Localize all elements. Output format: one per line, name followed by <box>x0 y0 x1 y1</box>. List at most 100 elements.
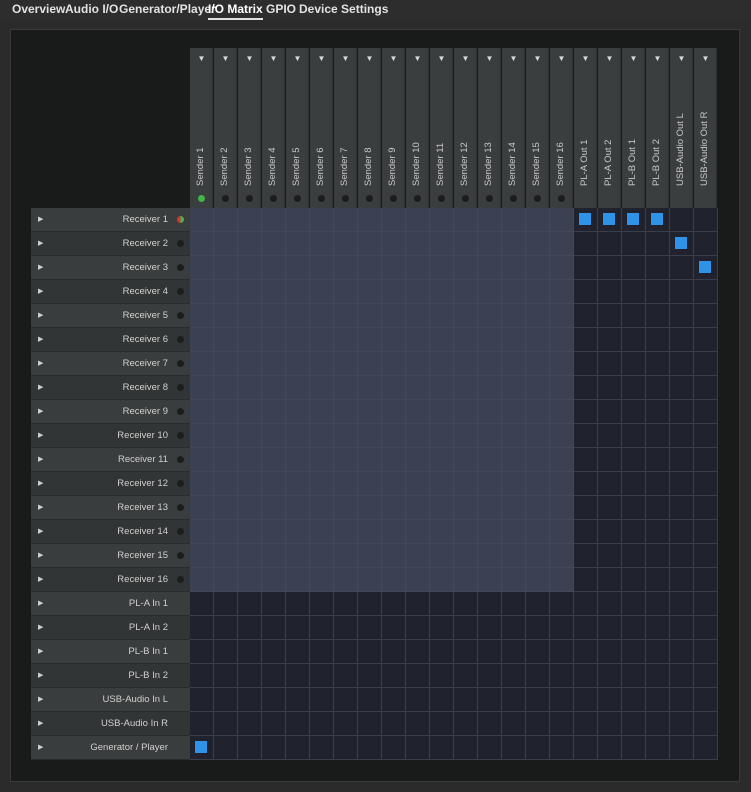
matrix-cell[interactable] <box>214 424 238 448</box>
row-header[interactable]: ▶ Receiver 13 <box>31 496 190 520</box>
chevron-right-icon[interactable]: ▶ <box>38 400 43 423</box>
matrix-cell[interactable] <box>622 472 646 496</box>
chevron-right-icon[interactable]: ▶ <box>38 424 43 447</box>
matrix-cell[interactable] <box>286 640 310 664</box>
matrix-cell[interactable] <box>238 712 262 736</box>
matrix-cell[interactable] <box>334 568 358 592</box>
matrix-cell[interactable] <box>598 736 622 760</box>
matrix-cell[interactable] <box>406 472 430 496</box>
matrix-cell[interactable] <box>382 520 406 544</box>
matrix-cell[interactable] <box>478 448 502 472</box>
matrix-cell[interactable] <box>574 592 598 616</box>
matrix-cell[interactable] <box>622 664 646 688</box>
matrix-cell[interactable] <box>478 424 502 448</box>
column-header[interactable]: ▼ Sender 12 <box>454 48 477 208</box>
matrix-cell[interactable] <box>550 736 574 760</box>
matrix-cell[interactable] <box>526 688 550 712</box>
matrix-cell[interactable] <box>646 328 670 352</box>
matrix-cell[interactable] <box>310 256 334 280</box>
matrix-cell[interactable] <box>502 688 526 712</box>
matrix-cell[interactable] <box>214 232 238 256</box>
matrix-cell[interactable] <box>646 256 670 280</box>
matrix-cell[interactable] <box>430 520 454 544</box>
matrix-cell[interactable] <box>286 256 310 280</box>
row-header[interactable]: ▶ Receiver 15 <box>31 544 190 568</box>
matrix-cell[interactable] <box>190 400 214 424</box>
matrix-cell[interactable] <box>646 304 670 328</box>
matrix-cell[interactable] <box>334 592 358 616</box>
row-header[interactable]: ▶ PL-A In 2 <box>31 616 190 640</box>
matrix-cell[interactable] <box>670 352 694 376</box>
matrix-cell[interactable] <box>598 688 622 712</box>
chevron-down-icon[interactable]: ▼ <box>622 55 645 63</box>
matrix-cell[interactable] <box>622 376 646 400</box>
matrix-cell[interactable] <box>190 568 214 592</box>
matrix-cell[interactable] <box>478 520 502 544</box>
matrix-cell[interactable] <box>334 424 358 448</box>
matrix-cell[interactable] <box>574 520 598 544</box>
matrix-cell[interactable] <box>694 592 718 616</box>
matrix-cell[interactable] <box>334 328 358 352</box>
matrix-cell[interactable] <box>646 736 670 760</box>
matrix-cell[interactable] <box>238 304 262 328</box>
matrix-cell[interactable] <box>358 328 382 352</box>
column-header[interactable]: ▼ PL-B Out 2 <box>646 48 669 208</box>
matrix-cell[interactable] <box>406 664 430 688</box>
row-header[interactable]: ▶ USB-Audio In R <box>31 712 190 736</box>
matrix-cell[interactable] <box>622 400 646 424</box>
matrix-cell[interactable] <box>598 304 622 328</box>
chevron-right-icon[interactable]: ▶ <box>38 664 43 687</box>
matrix-cell[interactable] <box>478 352 502 376</box>
matrix-cell[interactable] <box>334 376 358 400</box>
matrix-cell[interactable] <box>694 520 718 544</box>
matrix-cell[interactable] <box>214 736 238 760</box>
matrix-cell[interactable] <box>574 232 598 256</box>
matrix-cell[interactable] <box>382 208 406 232</box>
matrix-cell[interactable] <box>454 400 478 424</box>
row-header[interactable]: ▶ Receiver 2 <box>31 232 190 256</box>
chevron-right-icon[interactable]: ▶ <box>38 256 43 279</box>
matrix-cell[interactable] <box>502 352 526 376</box>
matrix-cell[interactable] <box>406 712 430 736</box>
column-header[interactable]: ▼ Sender 14 <box>502 48 525 208</box>
matrix-cell[interactable] <box>382 280 406 304</box>
matrix-cell[interactable] <box>502 592 526 616</box>
matrix-cell[interactable] <box>694 736 718 760</box>
matrix-cell[interactable] <box>358 256 382 280</box>
column-header[interactable]: ▼ Sender 6 <box>310 48 333 208</box>
matrix-cell[interactable] <box>478 496 502 520</box>
matrix-cell[interactable] <box>502 376 526 400</box>
matrix-cell[interactable] <box>454 208 478 232</box>
matrix-cell[interactable] <box>262 328 286 352</box>
matrix-cell[interactable] <box>478 256 502 280</box>
matrix-cell[interactable] <box>406 640 430 664</box>
matrix-cell[interactable] <box>598 496 622 520</box>
matrix-cell[interactable] <box>262 376 286 400</box>
matrix-cell[interactable] <box>430 544 454 568</box>
matrix-cell[interactable] <box>478 712 502 736</box>
matrix-cell[interactable] <box>310 616 334 640</box>
matrix-cell[interactable] <box>670 712 694 736</box>
chevron-right-icon[interactable]: ▶ <box>38 592 43 615</box>
matrix-cell[interactable] <box>262 400 286 424</box>
matrix-cell[interactable] <box>334 280 358 304</box>
matrix-cell[interactable] <box>382 328 406 352</box>
matrix-cell[interactable] <box>526 640 550 664</box>
matrix-cell[interactable] <box>238 208 262 232</box>
matrix-cell[interactable] <box>358 280 382 304</box>
matrix-cell[interactable] <box>646 640 670 664</box>
chevron-down-icon[interactable]: ▼ <box>214 55 237 63</box>
matrix-cell[interactable] <box>430 472 454 496</box>
matrix-cell[interactable] <box>502 400 526 424</box>
matrix-cell[interactable] <box>334 352 358 376</box>
matrix-cell[interactable] <box>430 352 454 376</box>
matrix-cell[interactable] <box>454 424 478 448</box>
matrix-cell[interactable] <box>550 640 574 664</box>
matrix-cell[interactable] <box>382 232 406 256</box>
matrix-cell[interactable] <box>310 352 334 376</box>
chevron-down-icon[interactable]: ▼ <box>670 55 693 63</box>
matrix-cell[interactable] <box>310 400 334 424</box>
matrix-cell[interactable] <box>406 424 430 448</box>
matrix-cell[interactable] <box>622 592 646 616</box>
matrix-cell[interactable] <box>190 664 214 688</box>
